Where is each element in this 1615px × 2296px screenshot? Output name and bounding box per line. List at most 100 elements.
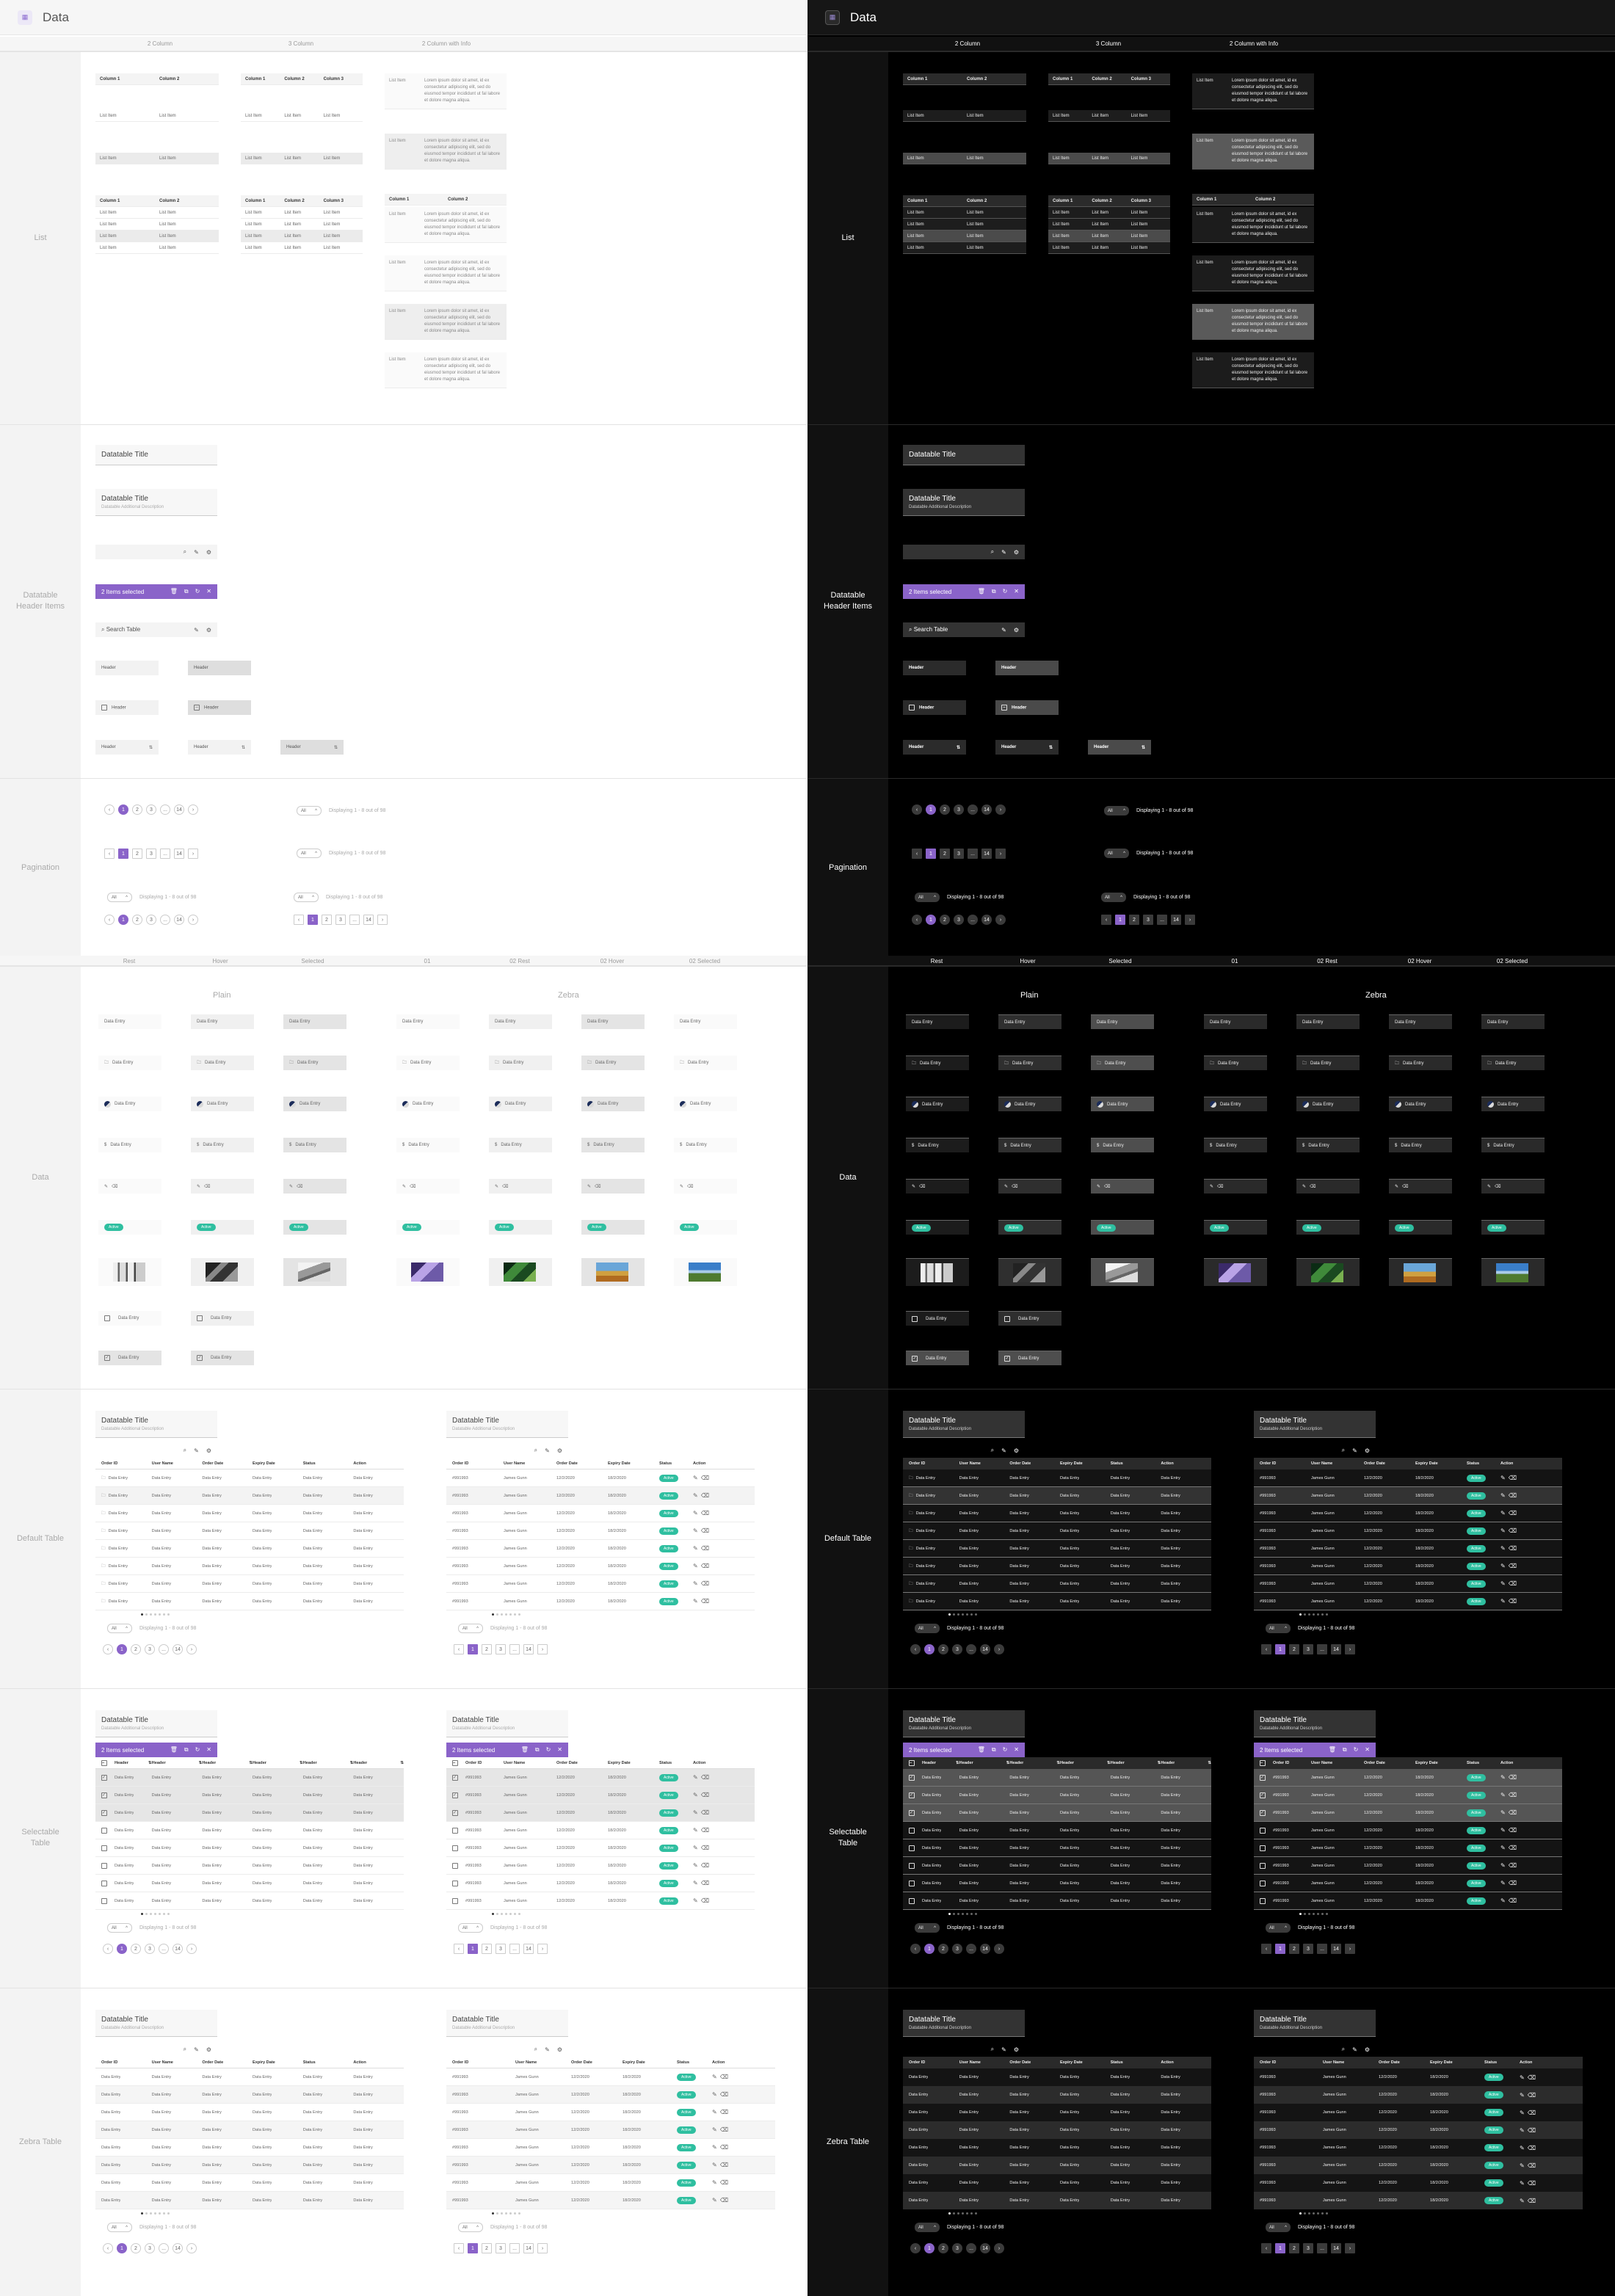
page-button[interactable]: 2: [132, 915, 142, 925]
page-button[interactable]: 3: [335, 915, 346, 925]
table-row[interactable]: #991993 James Gunn 12/2/2020 18/2/2020 Activ…: [446, 2174, 775, 2192]
table-column-header[interactable]: Expiry Date: [608, 1761, 659, 1765]
checkbox[interactable]: ✓: [452, 1809, 458, 1816]
page-button[interactable]: 1: [118, 915, 128, 925]
data-cell[interactable]: $ Data Entry: [1481, 1138, 1545, 1152]
rows-per-page-select[interactable]: All ^: [107, 1923, 132, 1933]
table-column-header[interactable]: Expiry Date: [608, 1461, 659, 1466]
table-row[interactable]: Data Entry Data Entry Data Entry Data Entry…: [903, 2174, 1211, 2192]
page-button[interactable]: 14: [980, 2243, 990, 2253]
checkbox[interactable]: –: [1260, 1760, 1266, 1766]
header-cell[interactable]: Header: [903, 700, 966, 715]
next-page-button[interactable]: ›: [1185, 915, 1195, 925]
settings-icon[interactable]: ⚙: [1014, 1447, 1019, 1454]
checkbox-cell[interactable]: Data Entry: [191, 1311, 254, 1326]
data-cell[interactable]: Data Entry: [98, 1014, 162, 1029]
list-row-with-info[interactable]: List Item Lorem ipsum dolor sit amet, id …: [385, 255, 507, 291]
checkbox[interactable]: [101, 1845, 107, 1851]
table-row[interactable]: ✓ #991993 James Gunn 12/2/2020 18/2/2020 Acti…: [446, 1769, 755, 1787]
edit-icon[interactable]: ✎: [1395, 1184, 1398, 1189]
next-page-button[interactable]: ›: [537, 2243, 548, 2253]
table-column-header[interactable]: Action: [1161, 2060, 1211, 2065]
delete-icon[interactable]: ⌫: [1509, 1774, 1517, 1781]
table-row[interactable]: Data Entry Data Entry Data Entry Data Entry…: [95, 1892, 404, 1910]
checkbox[interactable]: ✓: [909, 1774, 915, 1781]
table-row[interactable]: Data Entry Data Entry Data Entry Data Entry…: [95, 1822, 404, 1839]
table-row[interactable]: #991993 James Gunn 12/2/2020 18/2/2020 Activ…: [446, 2139, 775, 2157]
checkbox[interactable]: [452, 1845, 458, 1851]
page-button[interactable]: ...: [1157, 915, 1167, 925]
delete-icon[interactable]: ⌫: [701, 1580, 709, 1587]
delete-icon[interactable]: ⌫: [410, 1184, 415, 1189]
next-page-button[interactable]: ›: [186, 2243, 197, 2253]
header-cell[interactable]: Header ⇅: [995, 740, 1059, 755]
close-icon[interactable]: ✕: [206, 1746, 211, 1754]
data-cell[interactable]: 🗀 Data Entry: [906, 1056, 969, 1070]
checkbox[interactable]: ✓: [912, 1355, 918, 1362]
table-column-header[interactable]: Header ⇅: [253, 1761, 303, 1765]
table-column-header[interactable]: Status: [303, 2060, 354, 2065]
data-cell[interactable]: Data Entry: [191, 1097, 254, 1111]
table-row[interactable]: #991993 James Gunn 12/2/2020 18/2/2020 Activ…: [446, 1558, 755, 1575]
table-column-header[interactable]: Action: [1500, 1461, 1530, 1466]
page-button[interactable]: 3: [1303, 2243, 1313, 2253]
list-row[interactable]: List Item List Item List Item: [241, 242, 363, 254]
prev-page-button[interactable]: ‹: [1261, 1644, 1271, 1654]
table-column-header[interactable]: User Name: [152, 2060, 203, 2065]
data-cell[interactable]: Data Entry: [1091, 1014, 1154, 1029]
data-cell[interactable]: ✎ ⌫: [1091, 1179, 1154, 1194]
search-icon[interactable]: ⌕: [534, 2046, 537, 2053]
table-row[interactable]: #991993 James Gunn 12/2/2020 18/2/2020 Activ…: [1254, 2174, 1583, 2192]
checkbox[interactable]: –: [909, 1760, 915, 1766]
page-button[interactable]: 3: [496, 1644, 506, 1654]
edit-icon[interactable]: ✎: [1352, 2046, 1357, 2053]
copy-icon[interactable]: ⧉: [1343, 1746, 1347, 1754]
table-column-header[interactable]: Action: [1161, 1461, 1211, 1466]
header-cell[interactable]: Header ⇅: [1088, 740, 1151, 755]
page-button[interactable]: 3: [952, 1644, 962, 1654]
table-row[interactable]: ✓ #991993 James Gunn 12/2/2020 18/2/2020 Acti…: [1254, 1804, 1562, 1822]
table-column-header[interactable]: Order ID: [452, 1461, 504, 1466]
sort-icon[interactable]: ⇅: [149, 745, 153, 750]
page-button[interactable]: 3: [954, 849, 964, 859]
edit-icon[interactable]: ✎: [1001, 549, 1006, 556]
delete-icon[interactable]: ⌫: [1509, 1580, 1517, 1587]
table-column-header[interactable]: Action: [712, 2060, 741, 2065]
table-row[interactable]: Data Entry Data Entry Data Entry Data Entry…: [903, 1892, 1211, 1910]
page-button[interactable]: 1: [468, 1644, 478, 1654]
edit-icon[interactable]: ✎: [712, 2091, 717, 2098]
table-row[interactable]: Data Entry Data Entry Data Entry Data Entry…: [95, 2157, 404, 2174]
table-column-header[interactable]: Status: [1467, 1761, 1500, 1765]
page-button[interactable]: ...: [966, 1944, 976, 1954]
delete-icon[interactable]: ⌫: [701, 1897, 709, 1904]
table-row[interactable]: #991993 James Gunn 12/2/2020 18/2/2020 Activ…: [446, 2068, 775, 2086]
list-row[interactable]: List Item List Item: [95, 230, 219, 242]
page-button[interactable]: 2: [938, 1944, 948, 1954]
checkbox[interactable]: [909, 1845, 915, 1851]
page-button[interactable]: ...: [968, 915, 978, 925]
header-cell[interactable]: – Header: [188, 700, 251, 715]
edit-icon[interactable]: ✎: [1210, 1184, 1213, 1189]
table-column-header[interactable]: Status: [659, 1761, 693, 1765]
edit-icon[interactable]: ✎: [712, 2144, 717, 2151]
table-row[interactable]: #991993 James Gunn 12/2/2020 18/2/2020 Activ…: [446, 1822, 755, 1839]
list-row[interactable]: List Item List Item: [903, 230, 1026, 242]
table-column-header[interactable]: Action: [1520, 2060, 1549, 2065]
data-cell[interactable]: Data Entry: [1296, 1014, 1360, 1029]
data-cell[interactable]: ✎ ⌫: [489, 1179, 552, 1194]
data-cell[interactable]: Active: [1204, 1220, 1267, 1235]
page-button[interactable]: ...: [160, 915, 170, 925]
data-cell[interactable]: 🗀 Data Entry: [98, 1056, 162, 1070]
data-cell[interactable]: $ Data Entry: [98, 1138, 162, 1152]
edit-icon[interactable]: ✎: [402, 1184, 406, 1189]
page-button[interactable]: 3: [954, 915, 964, 925]
page-button[interactable]: 3: [952, 1944, 962, 1954]
prev-page-button[interactable]: ‹: [104, 849, 115, 859]
page-button[interactable]: 2: [132, 849, 142, 859]
rows-per-page-select[interactable]: All ^: [458, 2223, 483, 2232]
page-button[interactable]: 3: [145, 1944, 155, 1954]
header-cell[interactable]: Header: [95, 700, 159, 715]
checkbox[interactable]: ✓: [909, 1809, 915, 1816]
table-column-header[interactable]: Header ⇅: [1060, 1761, 1111, 1765]
edit-icon[interactable]: ✎: [197, 1184, 200, 1189]
